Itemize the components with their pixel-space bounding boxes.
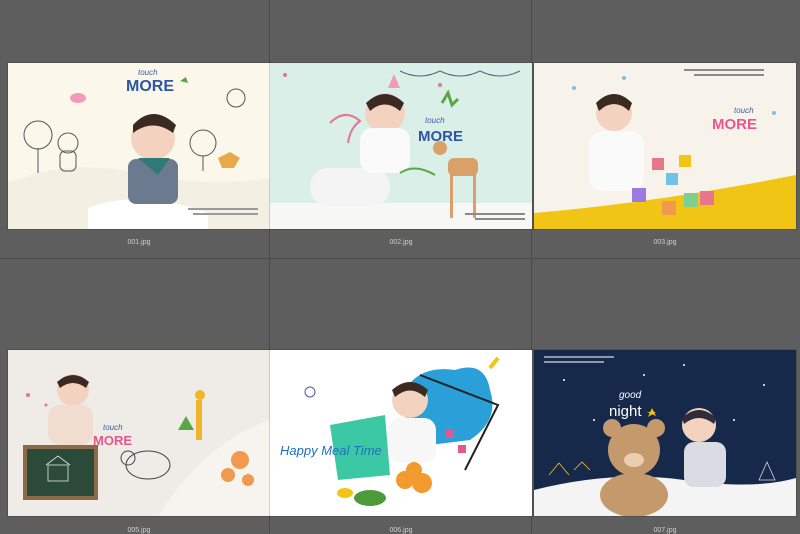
thumb-title-main: Happy Meal Time [280, 443, 382, 458]
thumbnail-image-001[interactable]: touch MORE [8, 63, 270, 229]
thumb-title-big: MORE [126, 78, 174, 95]
thumb-title-small: good [619, 390, 642, 401]
thumbnail-cell-006[interactable]: Happy Meal Time 006.jpg [270, 259, 532, 534]
thumb-title-small: touch [103, 423, 123, 432]
thumb-title-small: touch [425, 116, 445, 125]
thumbnail-cell-007[interactable]: good night 007.jpg [534, 259, 796, 534]
thumbnail-filename: 001.jpg [127, 239, 151, 246]
thumb-title-small: touch [734, 106, 754, 115]
thumb-title-big: MORE [712, 116, 757, 133]
thumbnail-filename: 002.jpg [389, 239, 413, 246]
thumb-title-big: night [609, 403, 642, 420]
thumbnail-cell-001[interactable]: touch MORE 001.jpg [8, 0, 270, 258]
image-touch-more-baby-crawling: touch MORE [8, 63, 270, 229]
image-touch-more-baby-blocks: touch MORE [534, 63, 796, 229]
image-happy-meal-time-baby: Happy Meal Time [270, 350, 532, 516]
thumbnail-cell-005[interactable]: touch MORE 005.jpg [8, 259, 270, 534]
thumbnail-filename: 003.jpg [653, 239, 677, 246]
image-touch-more-baby-deer: touch MORE [270, 63, 532, 229]
thumb-title-small: touch [138, 68, 158, 77]
thumbnail-image-003[interactable]: touch MORE [534, 63, 796, 229]
thumbnail-image-006[interactable]: Happy Meal Time [270, 350, 532, 516]
thumb-title-big: MORE [93, 433, 132, 448]
thumbnail-image-002[interactable]: touch MORE [270, 63, 532, 229]
thumbnail-cell-002[interactable]: touch MORE 002.jpg [270, 0, 532, 258]
thumbnail-cell-003[interactable]: touch MORE 003.jpg [534, 0, 796, 258]
image-good-night-baby-teddy: good night [534, 350, 796, 516]
image-touch-more-baby-chalkboard: touch MORE [8, 350, 270, 516]
thumbnail-grid: touch MORE 001.jpg touch MORE 002.jpg to… [0, 0, 800, 534]
thumbnail-image-005[interactable]: touch MORE [8, 350, 270, 516]
thumbnail-image-007[interactable]: good night [534, 350, 796, 516]
